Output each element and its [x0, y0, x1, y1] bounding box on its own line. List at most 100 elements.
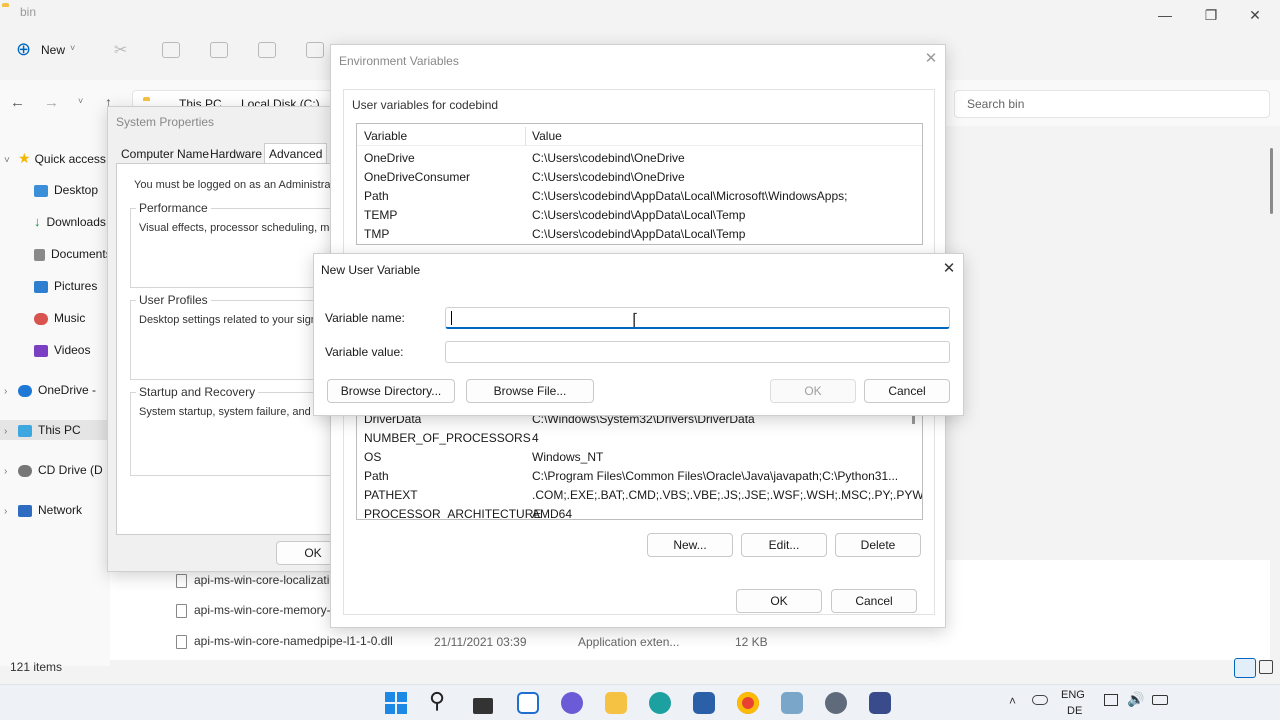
control-panel-icon[interactable]	[781, 692, 803, 714]
user-vars-list[interactable]: Variable Value OneDrive C:\Users\codebind…	[356, 123, 923, 245]
ibeam-cursor-icon: ⌈	[632, 312, 639, 329]
settings-gear-icon[interactable]	[825, 692, 847, 714]
user-var-row[interactable]: TEMP C:\Users\codebind\AppData\Local\Temp	[357, 206, 922, 225]
chevron-up-icon[interactable]: ˄	[1009, 694, 1016, 708]
language-top[interactable]: ENG	[1061, 689, 1085, 701]
list-header: Variable Value	[357, 127, 922, 146]
cancel-button[interactable]: Cancel	[831, 589, 917, 613]
recent-chevron-icon[interactable]: ˅	[78, 96, 83, 106]
var-name: NUMBER_OF_PROCESSORS	[364, 431, 531, 445]
admin-note: You must be logged on as an Administrato…	[134, 179, 339, 191]
browse-file-button[interactable]: Browse File...	[466, 379, 594, 403]
star-icon: ★	[18, 150, 31, 166]
pc-icon	[18, 424, 32, 437]
widgets-icon[interactable]	[517, 692, 539, 714]
ok-button[interactable]: OK	[770, 379, 856, 403]
user-profiles-label: User Profiles	[136, 293, 211, 307]
forward-icon[interactable]: →	[44, 94, 59, 111]
details-view-icon[interactable]	[1234, 658, 1256, 678]
file-row[interactable]: api-ms-win-core-memory-l1-1-0.dll	[176, 600, 336, 620]
volume-icon[interactable]: 🔊	[1127, 691, 1144, 708]
restore-icon[interactable]: ❐	[1188, 0, 1234, 30]
nav-quick-access[interactable]: ˅ ★ Quick access	[4, 148, 106, 168]
user-profiles-text: Desktop settings related to your sign-in	[139, 314, 330, 326]
search-placeholder: Search bin	[967, 97, 1025, 111]
user-var-row[interactable]: Path C:\Users\codebind\AppData\Local\Micr…	[357, 187, 922, 206]
tab-hardware[interactable]: Hardware	[210, 147, 262, 161]
edge-icon[interactable]	[649, 692, 671, 714]
system-var-row[interactable]: PATHEXT .COM;.EXE;.BAT;.CMD;.VBS;.VBE;.JS…	[357, 486, 922, 505]
var-value: C:\Users\codebind\OneDrive	[532, 170, 685, 184]
browse-directory-button[interactable]: Browse Directory...	[327, 379, 455, 403]
chrome-icon[interactable]	[737, 692, 759, 714]
user-var-row[interactable]: TMP C:\Users\codebind\AppData\Local\Temp	[357, 225, 922, 244]
close-icon[interactable]: ✕	[939, 259, 959, 279]
file-explorer-icon[interactable]	[605, 692, 627, 714]
task-view-icon[interactable]	[473, 698, 493, 714]
new-button[interactable]: New	[41, 43, 65, 57]
nav-music[interactable]: Music	[34, 308, 85, 328]
performance-label: Performance	[136, 201, 211, 215]
user-var-row[interactable]: OneDrive C:\Users\codebind\OneDrive	[357, 149, 922, 168]
variable-name-field[interactable]	[445, 307, 950, 329]
onedrive-cloud-icon[interactable]	[1032, 695, 1048, 705]
text-caret	[451, 311, 452, 325]
new-button[interactable]: New...	[647, 533, 733, 557]
close-icon[interactable]: ✕	[921, 49, 941, 69]
system-var-row[interactable]: OS Windows_NT	[357, 448, 922, 467]
tiles-view-icon[interactable]	[1259, 660, 1273, 674]
store-icon[interactable]	[693, 692, 715, 714]
nav-onedrive[interactable]: › OneDrive -	[4, 380, 96, 400]
user-var-row[interactable]: OneDriveConsumer C:\Users\codebind\OneDri…	[357, 168, 922, 187]
start-icon[interactable]	[385, 692, 407, 714]
document-icon	[34, 248, 45, 261]
nav-desktop[interactable]: Desktop	[34, 180, 98, 200]
nav-this-pc[interactable]: › This PC	[0, 420, 110, 440]
paste-icon[interactable]	[210, 42, 228, 58]
search-icon[interactable]: ⚲	[429, 688, 445, 714]
scrollbar-thumb[interactable]	[1270, 148, 1273, 214]
col-divider	[525, 127, 526, 146]
system-var-row[interactable]: Path C:\Program Files\Common Files\Oracle…	[357, 467, 922, 486]
close-icon[interactable]: ✕	[1232, 0, 1278, 30]
var-name: PROCESSOR_ARCHITECTURE	[364, 507, 542, 520]
tab-computer-name[interactable]: Computer Name	[121, 147, 209, 161]
system-var-row[interactable]: PROCESSOR_ARCHITECTURE AMD64	[357, 505, 922, 520]
search-input[interactable]: Search bin	[954, 90, 1270, 118]
tab-advanced[interactable]: Advanced	[264, 143, 328, 165]
copy-icon[interactable]	[162, 42, 180, 58]
share-icon[interactable]	[306, 42, 324, 58]
nav-network[interactable]: › Network	[4, 500, 82, 520]
system-properties-icon[interactable]	[869, 692, 891, 714]
nav-videos[interactable]: Videos	[34, 340, 90, 360]
edit-button[interactable]: Edit...	[741, 533, 827, 557]
cancel-button[interactable]: Cancel	[864, 379, 950, 403]
battery-icon[interactable]	[1152, 695, 1168, 705]
system-properties-dialog: System Properties Computer Name Hardware…	[107, 106, 360, 572]
music-icon	[34, 312, 48, 325]
language-bottom[interactable]: DE	[1067, 705, 1082, 717]
nav-documents[interactable]: Documents	[34, 244, 112, 264]
file-row[interactable]: api-ms-win-core-localization-l1-2-0.dll	[176, 570, 336, 590]
cloud-icon	[18, 384, 32, 397]
cut-icon[interactable]: ✂	[114, 40, 127, 60]
file-row[interactable]: api-ms-win-core-namedpipe-l1-1-0.dll	[176, 631, 393, 651]
videos-icon	[34, 344, 48, 357]
rename-icon[interactable]	[258, 42, 276, 58]
nav-downloads[interactable]: ↓ Downloads	[34, 212, 106, 232]
nav-pictures[interactable]: Pictures	[34, 276, 97, 296]
nav-cd-drive[interactable]: › CD Drive (D	[4, 460, 103, 480]
system-var-row[interactable]: NUMBER_OF_PROCESSORS 4	[357, 429, 922, 448]
minimize-icon[interactable]: —	[1142, 0, 1188, 30]
delete-button[interactable]: Delete	[835, 533, 921, 557]
system-vars-list[interactable]: DriverData C:\Windows\System32\Drivers\Dr…	[356, 409, 923, 520]
col-variable[interactable]: Variable	[364, 127, 407, 146]
col-value[interactable]: Value	[532, 127, 562, 146]
back-icon[interactable]: ←	[10, 94, 25, 111]
variable-value-field[interactable]	[445, 341, 950, 363]
taskbar	[0, 684, 1280, 720]
download-icon: ↓	[34, 214, 41, 229]
chat-icon[interactable]	[561, 692, 583, 714]
network-monitor-icon[interactable]	[1104, 694, 1118, 706]
ok-button[interactable]: OK	[736, 589, 822, 613]
